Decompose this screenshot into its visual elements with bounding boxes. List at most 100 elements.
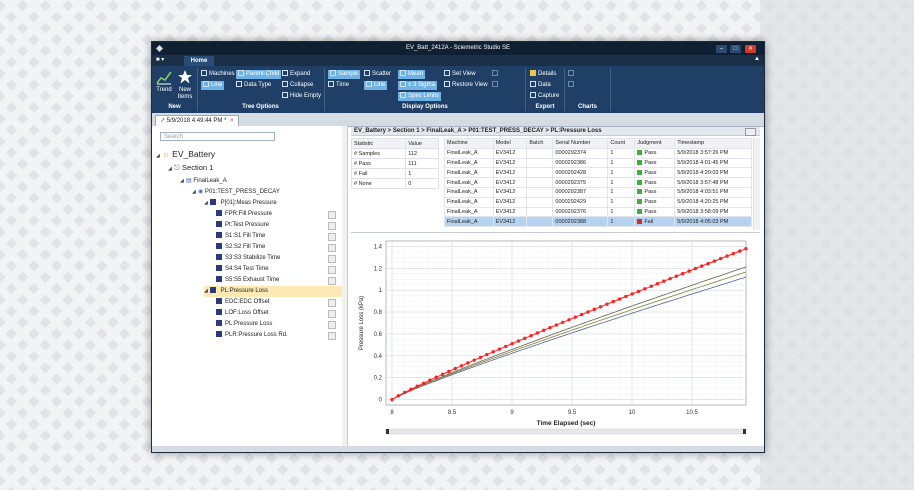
tree-node-section[interactable]: ◢ ⎋ Section 1 [168,162,213,174]
table-cell: Pass [634,186,676,198]
tree-leaf[interactable]: S4:S4 Test Time [216,264,269,275]
records-column-header[interactable]: Batch [526,138,554,149]
table-row[interactable]: FinalLeak_A EV3412 0000292388 1 Fail 5/9/2018… [444,216,752,228]
records-column-header[interactable]: Serial Number [552,138,609,149]
new-items-button[interactable]: New Items [176,69,194,101]
visibility-checkbox[interactable] [328,277,336,285]
visibility-checkbox[interactable] [328,211,336,219]
table-row[interactable]: FinalLeak_A EV3412 0000292428 1 Pass 5/9/2018… [444,167,752,179]
stats-column-header[interactable]: Statistic [350,138,407,149]
tree-leaf-label: S4:S4 Test Time [225,266,269,272]
stats-row[interactable]: # Fail 1 [350,168,439,179]
line-display-button[interactable]: Line [364,81,388,90]
fail-x-icon [637,218,643,224]
tree-scrollbar[interactable] [342,126,347,446]
expand-button[interactable]: Expand [282,70,310,79]
close-button[interactable]: ✕ [745,45,756,53]
records-scrollbar[interactable] [753,138,760,230]
records-column-header[interactable]: Timestamp [674,138,752,149]
records-column-header[interactable]: Model [492,138,528,149]
collapse-button[interactable]: Collapse [282,81,313,90]
highlight-data-point [459,364,464,368]
tree-node-group1[interactable]: ◢ P[01]:Meas Pressure [204,198,277,209]
stats-column-header[interactable]: Value [405,138,439,149]
panel-options-icon[interactable] [745,128,756,136]
tree-leaf[interactable]: EDC:EDC Offset [216,297,270,308]
records-column-header[interactable]: Count [607,138,636,149]
highlight-data-point [617,297,622,301]
table-row[interactable]: FinalLeak_A EV3412 0000292387 1 Pass 5/9/2018… [444,186,752,198]
tree-leaf[interactable]: Pt:Test Pressure [216,220,269,231]
search-input[interactable]: Search [160,132,275,141]
stats-empty-row [352,198,439,207]
table-cell: 5/9/2018 4:20:03 PM [674,167,752,179]
mean-button[interactable]: Mean [398,70,426,79]
parent-child-button[interactable]: Parent-Child [236,70,282,79]
highlight-data-point [415,384,419,388]
visibility-checkbox[interactable] [328,244,336,252]
visibility-checkbox[interactable] [328,222,336,230]
table-cell: 5/9/2018 4:20:25 PM [674,196,752,208]
sample-button[interactable]: Sample [328,70,361,79]
tree-leaf-label: Pt:Test Pressure [225,222,270,228]
tree-node-test[interactable]: ◢ ◉ P01:TEST_PRESS_DECAY [192,187,280,198]
data-type-button[interactable]: Data Type [236,81,271,90]
set-view-button[interactable]: Set View [444,70,476,79]
file-menu-button[interactable]: ■ ▾ [156,56,174,65]
tree-leaf[interactable]: S5:S5 Exhaust Time [216,275,279,286]
tree-leaf-label: S1:S1 Fill Time [225,233,266,239]
line-button[interactable]: Line [201,81,225,90]
tree-leaf[interactable]: LOF:Loss Offset [216,308,269,319]
visibility-checkbox[interactable] [328,266,336,274]
stats-row[interactable]: # Pass 111 [350,158,439,169]
trend-button[interactable]: Trend [155,69,173,93]
records-column-header[interactable]: Machine [444,138,494,149]
tree-leaf[interactable]: S2:S2 Fill Time [216,242,265,253]
tree-leaf[interactable]: PL:Pressure Loss [216,319,272,330]
x-tick-label: 8.5 [448,410,457,416]
tree-leaf[interactable]: S1:S1 Fill Time [216,231,265,242]
visibility-checkbox[interactable] [328,299,336,307]
table-row[interactable]: FinalLeak_A EV3412 0000292376 1 Pass 5/9/2018… [444,206,752,218]
test-icon: ◉ [198,189,204,195]
restore-view-button[interactable]: Restore View [444,81,488,90]
hide-empty-button[interactable]: Hide Empty [282,92,321,101]
visibility-checkbox[interactable] [328,321,336,329]
spec-limits-button[interactable]: Spec Limits [398,92,442,101]
details-button[interactable]: Details [530,70,556,79]
tree-leaf[interactable]: S3:S3 Stabilize Time [216,253,280,264]
tree-leaf[interactable]: PLR:Pressure Loss Rd. [216,330,288,341]
table-row[interactable]: FinalLeak_A EV3412 0000292374 1 Pass 5/9/2018… [444,147,752,159]
minimize-button[interactable]: – [716,45,727,53]
visibility-checkbox[interactable] [328,233,336,241]
records-column-header[interactable]: Judgment [634,138,676,149]
table-row[interactable]: FinalLeak_A EV3412 0000292429 1 Pass 5/9/2018… [444,196,752,208]
tree-node-station[interactable]: ◢ ▤ FinalLeak_A [180,176,227,187]
stats-row[interactable]: # Samples 112 [350,148,439,159]
table-cell: 1 [607,186,636,198]
stats-row[interactable]: # None 0 [350,178,439,189]
visibility-checkbox[interactable] [328,310,336,318]
time-button[interactable]: Time [328,81,349,90]
collapse-label: Collapse [290,82,314,88]
capture-button[interactable]: Capture [530,92,559,101]
expand-label: Expand [290,71,311,77]
visibility-checkbox[interactable] [328,332,336,340]
data-button[interactable]: Data [530,81,551,90]
machines-button[interactable]: Machines [201,70,235,79]
visibility-checkbox[interactable] [328,255,336,263]
sigma-button[interactable]: ± 3 Sigma [398,81,437,90]
tab-home[interactable]: Home [184,56,214,66]
tree-node-group2[interactable]: ◢ PL:Pressure Loss [204,286,342,297]
close-tab-icon[interactable]: × [230,118,234,124]
table-row[interactable]: FinalLeak_A EV3412 0000292375 1 Pass 5/9/2018… [444,177,752,188]
table-row[interactable]: FinalLeak_A EV3412 0000292386 1 Pass 5/9/2018… [444,157,752,169]
maximize-button[interactable]: □ [730,45,741,53]
collapse-ribbon-icon[interactable]: ▲ [754,56,760,62]
tree-node-root[interactable]: ◢ ☼ EV_Battery [156,148,215,161]
pressure-loss-chart[interactable]: 8 8.5 9 9.5 10 10.5 0 0.2 0.4 0.6 0.8 1 1.2 1.4 Time E… [351,233,760,447]
scatter-button[interactable]: Scatter [364,70,391,79]
judgment-label: Pass [644,159,657,166]
tree-leaf[interactable]: FPR:Fill Pressure [216,209,272,220]
document-tab[interactable]: ↗ 5/9/2018 4:49:44 PM * × [155,115,239,126]
